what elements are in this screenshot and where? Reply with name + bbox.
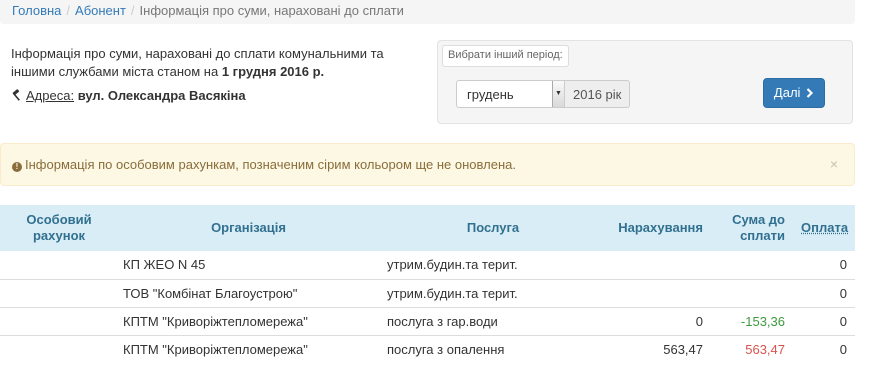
service-cell: послуга з гар.води xyxy=(379,306,607,335)
charges-cell: 563,47 xyxy=(607,334,711,363)
payment-cell: 0 xyxy=(793,334,855,363)
breadcrumb: Головна / Абонент / Інформація про суми, нар… xyxy=(0,0,855,24)
service-cell: утрим.будин.та терит. xyxy=(379,278,607,307)
amount-due-cell: 563,47 xyxy=(711,334,793,363)
charges-cell xyxy=(607,251,711,279)
amount-due-cell xyxy=(711,278,793,307)
column-header-account: Особовий рахунок xyxy=(0,205,118,251)
table-header-row: Особовий рахунок Організація Послуга Нар… xyxy=(0,205,855,251)
table-row: КПТМ "Криворіжтепломережа" послуга з опа… xyxy=(0,334,855,363)
intro-date: 1 грудня 2016 р. xyxy=(221,64,325,79)
column-header-service: Послуга xyxy=(379,205,607,251)
period-label: Вибрати інший період: xyxy=(442,45,569,67)
organization-cell: КПТМ "Криворіжтепломережа" xyxy=(0,306,379,335)
intro-text: Інформація про суми, нараховані до сплат… xyxy=(11,45,431,81)
dropdown-arrow-icon[interactable]: ▼ xyxy=(552,81,564,107)
hammer-icon xyxy=(12,89,20,101)
alert-text: Інформація по особовим рахункам, позначе… xyxy=(25,157,516,172)
table-row: КП ЖЕО N 45 утрим.будин.та терит. 0 xyxy=(0,251,855,279)
column-header-amount-due: Сума до сплати xyxy=(711,205,793,251)
service-cell: утрим.будин.та терит. xyxy=(387,257,518,273)
year-addon: 2016 рік xyxy=(565,80,630,108)
month-select-value: грудень xyxy=(467,87,514,102)
service-cell: послуга з опалення xyxy=(379,334,607,363)
charges-cell xyxy=(607,278,711,307)
close-icon[interactable]: × xyxy=(830,156,838,172)
amount-due-cell xyxy=(711,251,793,279)
column-header-charges: Нарахування xyxy=(607,205,711,251)
breadcrumb-home-link[interactable]: Головна xyxy=(12,3,61,18)
warning-alert: ! Інформація по особовим рахункам, познач… xyxy=(0,143,855,186)
intro-description: Інформація про суми, нараховані до сплат… xyxy=(11,46,384,79)
breadcrumb-separator: / xyxy=(66,3,71,18)
table-row: КПТМ "Криворіжтепломережа" послуга з гар… xyxy=(0,306,855,335)
chevron-right-icon xyxy=(806,88,814,98)
breadcrumb-subscriber-link[interactable]: Абонент xyxy=(75,3,126,18)
month-select[interactable]: грудень ▼ xyxy=(456,80,565,108)
column-header-payment[interactable]: Оплата xyxy=(793,205,855,251)
organization-cell: КПТМ "Криворіжтепломережа" xyxy=(0,334,379,363)
address-label: Адреса: xyxy=(26,88,75,103)
address: Адреса: вул. Олександра Васякіна xyxy=(11,88,246,103)
next-button[interactable]: Далі xyxy=(763,78,825,108)
organization-cell: КП ЖЕО N 45 xyxy=(123,257,206,273)
info-circle-icon: ! xyxy=(12,162,22,172)
table-row: ТОВ "Комбінат Благоустрою" утрим.будин.т… xyxy=(0,278,855,307)
accounts-table: Особовий рахунок Організація Послуга Нар… xyxy=(0,205,855,363)
amount-due-cell: -153,36 xyxy=(711,306,793,335)
breadcrumb-separator: / xyxy=(130,3,135,18)
period-panel: Вибрати інший період: грудень ▼ 2016 рік… xyxy=(437,40,853,124)
column-header-organization: Організація xyxy=(118,205,379,251)
payment-cell: 0 xyxy=(839,257,847,273)
payment-cell: 0 xyxy=(793,278,855,307)
payment-cell: 0 xyxy=(793,306,855,335)
address-value: вул. Олександра Васякіна xyxy=(77,88,246,103)
next-button-label: Далі xyxy=(773,85,801,100)
charges-cell: 0 xyxy=(607,306,711,335)
breadcrumb-current: Інформація про суми, нараховані до сплат… xyxy=(139,3,404,18)
organization-cell: ТОВ "Комбінат Благоустрою" xyxy=(0,278,379,307)
